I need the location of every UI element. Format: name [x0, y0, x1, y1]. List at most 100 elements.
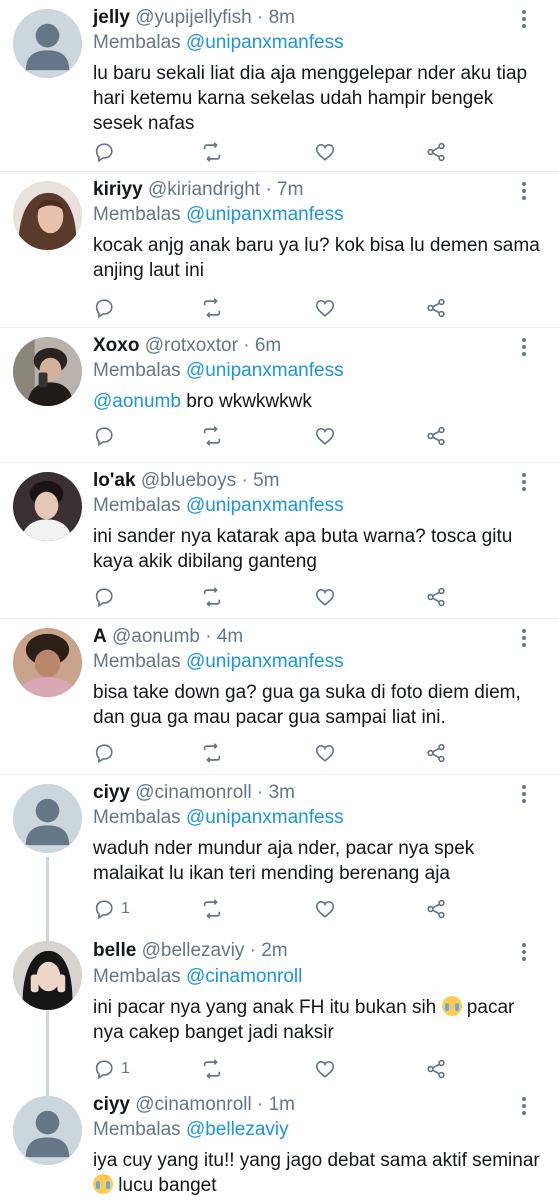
timestamp[interactable]: 6m	[255, 335, 281, 356]
reply-prefix: Membalas	[93, 32, 181, 53]
display-name[interactable]: A	[93, 626, 107, 647]
timestamp[interactable]: 1m	[269, 1094, 295, 1115]
user-handle[interactable]: @cinamonroll	[135, 1094, 251, 1115]
more-icon[interactable]	[517, 337, 531, 357]
display-name[interactable]: ciyy	[93, 1094, 130, 1115]
display-name[interactable]: kiriyy	[93, 179, 143, 200]
more-icon[interactable]	[517, 784, 531, 804]
avatar[interactable]	[13, 784, 82, 853]
display-name[interactable]: lo'ak	[93, 470, 136, 491]
avatar[interactable]	[13, 337, 82, 406]
thread-line	[46, 1087, 49, 1096]
user-handle[interactable]: @aonumb	[112, 626, 200, 647]
like-button[interactable]	[314, 1056, 336, 1082]
avatar[interactable]	[13, 941, 82, 1010]
tweet[interactable]: kiriyy @kiriandright · 7m Membalas @unip…	[0, 172, 559, 328]
like-button[interactable]	[314, 423, 336, 449]
tweet-text-body: bro wkwkwkwk	[180, 391, 312, 412]
reply-button[interactable]	[93, 139, 121, 165]
reply-to-mention[interactable]: @unipanxmanfess	[186, 807, 344, 828]
share-button[interactable]	[425, 1056, 447, 1082]
separator-dot: ·	[257, 782, 264, 803]
like-button[interactable]	[314, 740, 336, 766]
timestamp[interactable]: 5m	[253, 470, 279, 491]
more-icon[interactable]	[517, 1096, 531, 1116]
user-handle[interactable]: @kiriandright	[148, 179, 260, 200]
tweet[interactable]: jelly @yupijellyfish · 8m Membalas @unip…	[0, 0, 559, 172]
display-name[interactable]: ciyy	[93, 782, 130, 803]
share-button[interactable]	[425, 295, 447, 321]
share-button[interactable]	[425, 896, 447, 922]
reply-button[interactable]: 1	[93, 1056, 130, 1082]
reply-to-mention[interactable]: @unipanxmanfess	[186, 495, 344, 516]
user-handle[interactable]: @rotxoxtor	[145, 335, 238, 356]
reply-button[interactable]	[93, 295, 121, 321]
timestamp[interactable]: 8m	[269, 7, 295, 28]
share-button[interactable]	[425, 740, 447, 766]
reply-context: Membalas @unipanxmanfess	[93, 203, 344, 227]
text-mention[interactable]: @aonumb	[93, 391, 181, 412]
retweet-icon	[201, 586, 223, 608]
reply-to-mention[interactable]: @unipanxmanfess	[186, 32, 344, 53]
more-icon[interactable]	[517, 181, 531, 201]
reply-to-mention[interactable]: @unipanxmanfess	[186, 651, 344, 672]
reply-button[interactable]	[93, 584, 121, 610]
like-button[interactable]	[314, 139, 336, 165]
more-icon[interactable]	[517, 628, 531, 648]
tweet[interactable]: ciyy @cinamonroll · 3m Membalas @unipanx…	[0, 775, 559, 931]
user-handle[interactable]: @bellezaviy	[142, 940, 245, 961]
avatar[interactable]	[13, 628, 82, 697]
tweet-header: ciyy @cinamonroll · 3m	[93, 781, 295, 805]
tweet[interactable]: A @aonumb · 4m Membalas @unipanxmanfess …	[0, 619, 559, 775]
tweet-header: A @aonumb · 4m	[93, 625, 243, 649]
reply-to-mention[interactable]: @unipanxmanfess	[186, 204, 344, 225]
tweet[interactable]: ciyy @cinamonroll · 1m Membalas @belleza…	[0, 1087, 559, 1200]
timestamp[interactable]: 7m	[277, 179, 303, 200]
reply-button[interactable]: 1	[93, 896, 130, 922]
retweet-button[interactable]	[201, 295, 223, 321]
retweet-button[interactable]	[201, 584, 223, 610]
separator-dot: ·	[241, 470, 248, 491]
retweet-button[interactable]	[201, 740, 223, 766]
user-handle[interactable]: @cinamonroll	[135, 782, 251, 803]
tweet[interactable]: belle @bellezaviy · 2m Membalas @cinamon…	[0, 931, 559, 1087]
thread-line	[46, 857, 49, 931]
timestamp[interactable]: 4m	[217, 626, 243, 647]
retweet-button[interactable]	[201, 423, 223, 449]
retweet-button[interactable]	[201, 139, 223, 165]
like-button[interactable]	[314, 295, 336, 321]
retweet-button[interactable]	[201, 896, 223, 922]
more-icon[interactable]	[517, 942, 531, 962]
profile-photo-icon	[13, 472, 82, 541]
like-button[interactable]	[314, 584, 336, 610]
avatar[interactable]	[13, 181, 82, 250]
timestamp[interactable]: 3m	[269, 782, 295, 803]
share-button[interactable]	[425, 584, 447, 610]
display-name[interactable]: jelly	[93, 7, 130, 28]
reply-icon	[93, 898, 115, 920]
tweet[interactable]: lo'ak @blueboys · 5m Membalas @unipanxma…	[0, 463, 559, 619]
avatar[interactable]	[13, 472, 82, 541]
reply-to-mention[interactable]: @bellezaviy	[186, 1119, 289, 1140]
more-icon[interactable]	[517, 472, 531, 492]
share-button[interactable]	[425, 139, 447, 165]
reply-icon	[93, 141, 115, 163]
display-name[interactable]: belle	[93, 940, 136, 961]
like-icon	[314, 586, 336, 608]
reply-to-mention[interactable]: @cinamonroll	[186, 966, 302, 987]
reply-to-mention[interactable]: @unipanxmanfess	[186, 360, 344, 381]
profile-photo-icon	[13, 337, 82, 406]
display-name[interactable]: Xoxo	[93, 335, 139, 356]
avatar[interactable]	[13, 1096, 82, 1165]
timestamp[interactable]: 2m	[261, 940, 287, 961]
more-icon[interactable]	[517, 9, 531, 29]
user-handle[interactable]: @blueboys	[141, 470, 236, 491]
retweet-button[interactable]	[201, 1056, 223, 1082]
tweet[interactable]: Xoxo @rotxoxtor · 6m Membalas @unipanxma…	[0, 328, 559, 463]
reply-button[interactable]	[93, 740, 121, 766]
like-button[interactable]	[314, 896, 336, 922]
share-button[interactable]	[425, 423, 447, 449]
reply-button[interactable]	[93, 423, 121, 449]
user-handle[interactable]: @yupijellyfish	[135, 7, 251, 28]
avatar[interactable]	[13, 9, 82, 78]
